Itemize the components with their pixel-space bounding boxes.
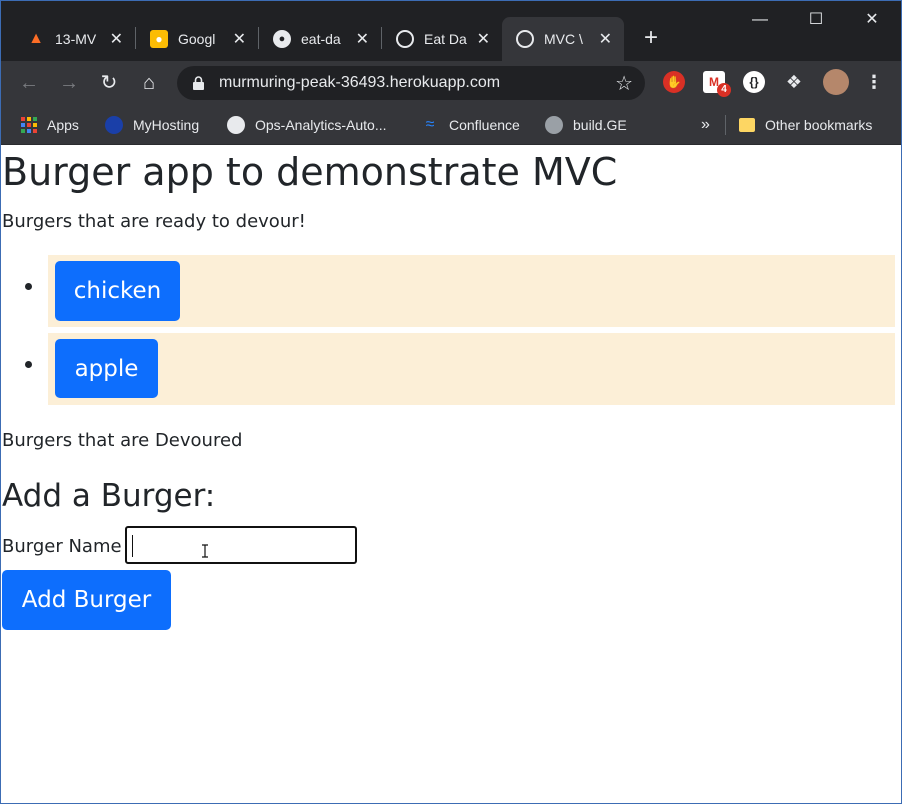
close-tab-icon[interactable]: ✕ [356, 29, 369, 49]
google-keep-icon: ● [150, 30, 168, 48]
globe-icon [396, 30, 414, 48]
confluence-icon: ≈ [425, 116, 435, 133]
maximize-button[interactable]: ☐ [787, 1, 845, 39]
bookmark-myhosting[interactable]: MyHosting [105, 113, 199, 137]
devour-burger-button[interactable]: chicken [55, 261, 180, 321]
ready-heading: Burgers that are ready to devour! [2, 211, 306, 232]
bookmark-label: Confluence [449, 117, 520, 133]
bookmark-ops-analytics[interactable]: Ops-Analytics-Auto... [227, 113, 387, 137]
bookmark-apps[interactable]: Apps [21, 113, 79, 137]
bullet [25, 283, 32, 290]
bookmark-star-icon[interactable]: ☆ [615, 71, 633, 96]
bookmarks-bar: Apps MyHosting Ops-Analytics-Auto... ≈ C… [1, 105, 901, 145]
page-content: Burger app to demonstrate MVC Burgers th… [1, 146, 901, 803]
url-text: murmuring-peak-36493.herokuapp.com [219, 74, 501, 91]
bullet [25, 361, 32, 368]
close-window-button[interactable]: ✕ [843, 1, 901, 39]
devoured-heading: Burgers that are Devoured [2, 430, 243, 451]
tab-title: eat-da [301, 31, 341, 47]
gmail-extension-icon[interactable]: M 4 [703, 71, 731, 97]
list-item: chicken [25, 255, 895, 327]
json-extension-icon[interactable]: {} [743, 71, 765, 93]
github-icon: ● [273, 30, 291, 48]
address-bar[interactable]: murmuring-peak-36493.herokuapp.com ☆ [177, 66, 645, 100]
text-caret [132, 535, 133, 557]
tab-title: Googl [178, 31, 216, 47]
bookmark-build-ge[interactable]: build.GE [545, 113, 627, 137]
menu-kebab-icon[interactable]: ⋮ [863, 71, 885, 93]
bookmarks-overflow-button[interactable]: » [701, 113, 710, 137]
burger-name-label: Burger Name [2, 536, 122, 557]
bookmark-label: Apps [47, 117, 79, 133]
folder-icon [739, 118, 755, 132]
other-bookmarks[interactable]: Other bookmarks [739, 113, 872, 137]
home-icon[interactable]: ⌂ [135, 69, 163, 97]
close-tab-icon[interactable]: ✕ [110, 29, 123, 49]
page-title: Burger app to demonstrate MVC [2, 150, 618, 194]
tab-title: 13-MV [55, 31, 97, 47]
tab-13-mvc[interactable]: ▲ 13-MV ✕ [13, 17, 135, 61]
tab-title: Eat Da [424, 31, 467, 47]
bookmark-confluence[interactable]: ≈ Confluence [421, 113, 520, 137]
browser-toolbar: ← → ↻ ⌂ murmuring-peak-36493.herokuapp.c… [1, 61, 901, 105]
ublock-extension-icon[interactable]: ✋ [663, 71, 685, 93]
notification-badge: 4 [717, 83, 731, 97]
tab-title: MVC \ [544, 31, 583, 47]
bookmark-label: build.GE [573, 117, 627, 133]
back-arrow-icon[interactable]: ← [15, 69, 43, 97]
bookmark-label: Ops-Analytics-Auto... [255, 117, 387, 133]
bookmark-label: Other bookmarks [765, 117, 873, 133]
tab-strip: ▲ 13-MV ✕ ● Googl ✕ ● eat-da ✕ Eat Da ✕ … [1, 1, 901, 61]
lock-icon [193, 76, 204, 90]
gitlab-icon: ▲ [28, 30, 44, 47]
reload-icon[interactable]: ↻ [95, 69, 123, 97]
myhosting-icon [105, 116, 123, 134]
close-tab-icon[interactable]: ✕ [233, 29, 246, 49]
tab-mvc-active[interactable]: MVC \ ✕ [502, 17, 624, 61]
apps-grid-icon [21, 117, 37, 133]
profile-avatar[interactable] [823, 69, 849, 95]
devour-burger-button[interactable]: apple [55, 339, 158, 398]
tab-eat-da-github[interactable]: ● eat-da ✕ [259, 17, 381, 61]
globe-icon [516, 30, 534, 48]
forward-arrow-icon[interactable]: → [55, 69, 83, 97]
add-burger-button[interactable]: Add Burger [2, 570, 171, 630]
new-tab-button[interactable]: + [637, 25, 665, 53]
close-tab-icon[interactable]: ✕ [477, 29, 490, 49]
burger-name-input[interactable] [125, 526, 357, 564]
ge-icon [545, 116, 563, 134]
tab-google-keep[interactable]: ● Googl ✕ [136, 17, 258, 61]
minimize-button[interactable]: — [731, 1, 789, 39]
close-tab-icon[interactable]: ✕ [599, 29, 612, 49]
text-cursor-icon [202, 544, 208, 558]
bookmarks-separator [725, 115, 726, 135]
github-icon [227, 116, 245, 134]
tab-eat-da[interactable]: Eat Da ✕ [382, 17, 502, 61]
bookmark-label: MyHosting [133, 117, 200, 133]
add-burger-heading: Add a Burger: [2, 478, 216, 514]
browser-window: ▲ 13-MV ✕ ● Googl ✕ ● eat-da ✕ Eat Da ✕ … [0, 0, 902, 804]
extensions-puzzle-icon[interactable]: ❖ [783, 71, 805, 93]
list-item: apple [25, 333, 895, 405]
